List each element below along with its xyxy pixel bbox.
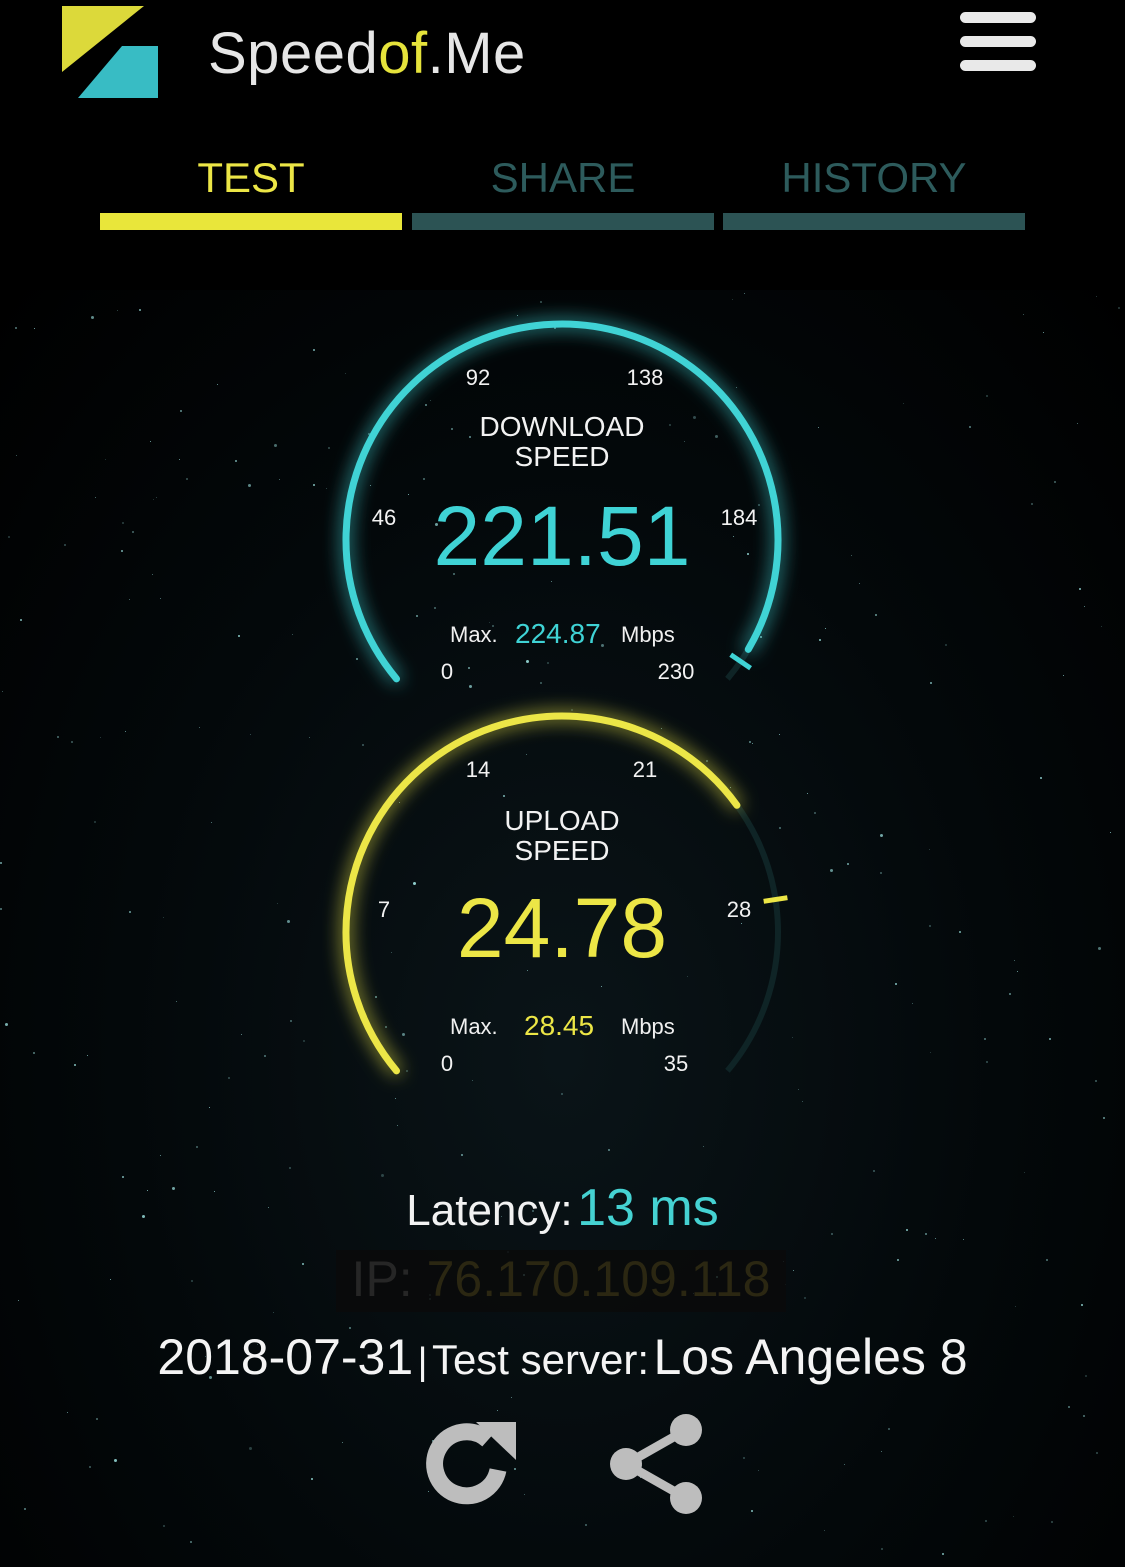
latency-label: Latency: [406,1186,573,1235]
ip-label: IP: [351,1251,413,1307]
app-header: Speedof.Me [0,0,1125,120]
download-max-row: Max. 224.87 Mbps [322,618,802,654]
hamburger-menu-icon[interactable] [958,8,1038,74]
test-date: 2018-07-31 [157,1329,414,1385]
upload-tick-0: 0 [440,1051,454,1076]
upload-max-row: Max. 28.45 Mbps [322,1010,802,1046]
tab-history-label: HISTORY [781,154,967,201]
ip-row: IP: 76.170.109.118 [336,1250,786,1312]
tab-history[interactable]: HISTORY [723,150,1025,230]
tab-test-indicator [100,213,402,230]
upload-tick-14: 14 [465,757,491,782]
download-max-value: 224.87 [515,618,601,649]
download-tick-92: 92 [465,365,491,390]
upload-max-label: Max. [450,1014,498,1039]
upload-max-value: 28.45 [524,1010,595,1041]
tab-share-indicator [412,213,714,230]
upload-tick-21: 21 [632,757,658,782]
download-tick-230: 230 [657,659,695,684]
download-speed-value: 221.51 [433,489,691,583]
tab-test-label: TEST [197,154,305,201]
ip-value: 76.170.109.118 [426,1251,771,1307]
upload-gauge: 14 21 7 28 0 35 UPLOAD SPEED 24.78 Max. 2… [322,692,802,1112]
latency-row: Latency: 13 ms [0,1178,1125,1238]
tab-test[interactable]: TEST [100,150,402,230]
restart-icon[interactable] [418,1412,522,1516]
download-max-label: Max. [450,622,498,647]
tab-bar: TEST SHARE HISTORY [100,150,1025,232]
info-separator: | [417,1341,428,1383]
latency-value: 13 ms [577,1179,719,1237]
tab-share[interactable]: SHARE [412,150,714,230]
tab-history-indicator [723,213,1025,230]
tab-share-label: SHARE [490,154,636,201]
download-unit: Mbps [621,622,675,647]
upload-unit: Mbps [621,1014,675,1039]
brand-name: Speedof.Me [208,21,526,86]
test-info-row: 2018-07-31 | Test server: Los Angeles 8 [0,1328,1125,1386]
upload-tick-35: 35 [663,1051,689,1076]
download-gauge: 92 138 46 184 0 230 DOWNLOAD SPEED 221.51… [322,300,802,720]
upload-speed-value: 24.78 [456,881,668,975]
speedofme-logo [62,6,158,98]
test-server-value: Los Angeles 8 [653,1329,968,1385]
download-title: DOWNLOAD SPEED [479,411,645,472]
test-server-label: Test server: [431,1336,649,1383]
upload-title: UPLOAD SPEED [504,805,620,866]
share-icon[interactable] [604,1412,708,1516]
download-tick-0: 0 [440,659,454,684]
download-tick-138: 138 [626,365,664,390]
